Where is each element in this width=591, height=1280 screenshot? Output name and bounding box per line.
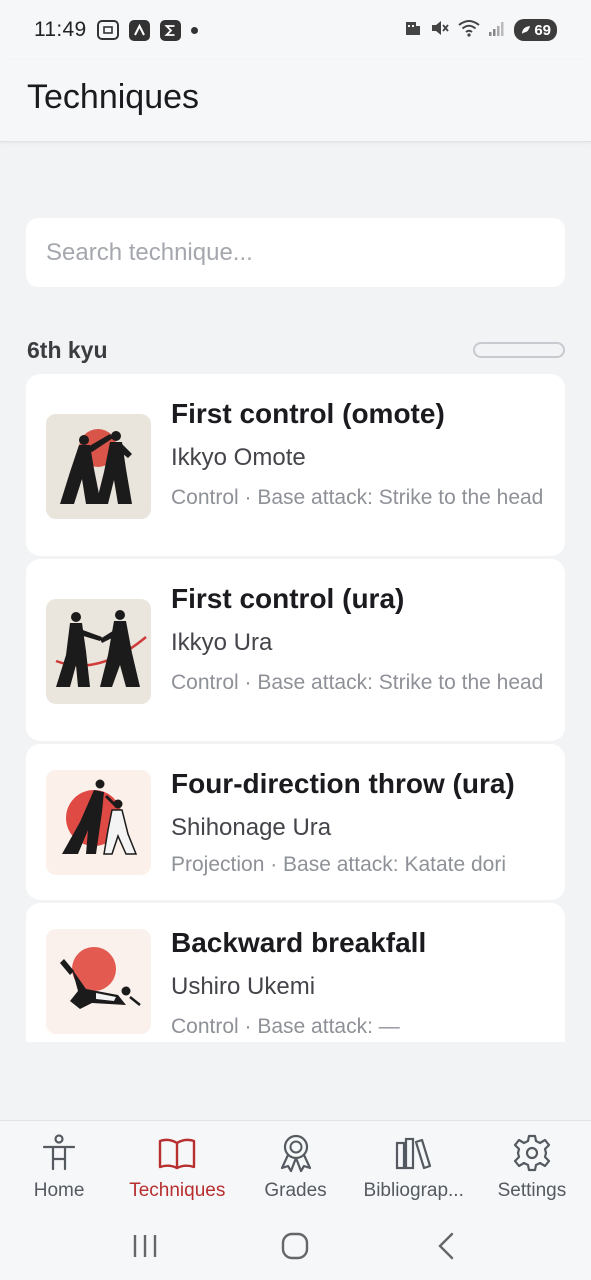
person-icon: [39, 1133, 79, 1173]
technique-japanese-name: Ikkyo Omote: [171, 444, 306, 471]
nav-label-home: Home: [33, 1180, 85, 1201]
technique-meta: Control · Base attack: Strike to the hea…: [171, 486, 544, 509]
recent-apps-icon: [133, 1235, 157, 1257]
technique-japanese-name: Ushiro Ukemi: [171, 973, 316, 1000]
breakfall-illustration: [60, 947, 141, 1009]
nav-label-bibliography: Bibliograp...: [363, 1180, 464, 1201]
gear-icon: [512, 1133, 552, 1173]
technique-name: First control (omote): [171, 398, 445, 429]
home-button[interactable]: [265, 1226, 325, 1266]
technique-meta: Control · Base attack: Strike to the hea…: [171, 671, 544, 694]
nav-item-settings[interactable]: Settings: [473, 1121, 591, 1212]
battery-icon: 69: [514, 19, 557, 41]
technique-thumbnail: [46, 929, 151, 1034]
technique-meta: Control · Base attack: —: [171, 1015, 400, 1038]
nav-item-bibliography[interactable]: Bibliograp...: [355, 1121, 473, 1212]
aikido-pair-illustration: [55, 610, 147, 687]
technique-name: Four-direction throw (ura): [171, 768, 515, 799]
screenshot-icon: [96, 20, 119, 40]
recent-apps-button[interactable]: [115, 1226, 175, 1266]
battery-level: 69: [534, 21, 551, 39]
status-time: 11:49: [34, 18, 87, 41]
technique-thumbnail: [46, 770, 151, 875]
app-sigma-icon: [159, 19, 181, 41]
wifi-icon: [458, 19, 480, 41]
aikido-throw-illustration: [62, 779, 138, 855]
status-bar: 11:49 69: [0, 0, 591, 60]
mute-icon: [430, 19, 450, 41]
home-circle-icon: [282, 1232, 309, 1260]
technique-thumbnail: [46, 599, 151, 704]
signal-icon: [488, 19, 506, 41]
book-icon: [157, 1133, 197, 1173]
app-a-icon: [128, 19, 150, 41]
nav-label-settings: Settings: [497, 1180, 567, 1201]
technique-card[interactable]: First control (ura) Ikkyo Ura Control · …: [26, 559, 565, 741]
technique-card[interactable]: First control (omote) Ikkyo Omote Contro…: [26, 374, 565, 556]
status-left: 11:49: [34, 18, 198, 42]
technique-card[interactable]: Four-direction throw (ura) Shihonage Ura…: [26, 744, 565, 900]
notification-dot-icon: [190, 26, 198, 34]
bottom-nav: Home Techniques Grades Bibliograp... Set…: [0, 1120, 591, 1212]
nav-label-techniques: Techniques: [129, 1180, 226, 1201]
data-icon: [404, 19, 422, 41]
technique-japanese-name: Shihonage Ura: [171, 814, 332, 841]
system-nav-bar: [0, 1212, 591, 1280]
page-title: Techniques: [27, 78, 200, 116]
technique-list[interactable]: First control (omote) Ikkyo Omote Contro…: [26, 374, 565, 1042]
technique-meta: Projection · Base attack: Katate dori: [171, 853, 507, 876]
app-bar: Techniques: [0, 60, 591, 142]
nav-item-home[interactable]: Home: [0, 1121, 118, 1212]
technique-card[interactable]: Backward breakfall Ushiro Ukemi Control …: [26, 903, 565, 1042]
search-box[interactable]: [26, 218, 565, 287]
status-right: 69: [404, 19, 557, 41]
nav-item-techniques[interactable]: Techniques: [118, 1121, 236, 1212]
technique-thumbnail: [46, 414, 151, 519]
section-pill[interactable]: [473, 342, 565, 358]
back-button[interactable]: [416, 1226, 476, 1266]
technique-name: First control (ura): [171, 583, 405, 614]
technique-name: Backward breakfall: [171, 927, 427, 958]
ribbon-badge-icon: [276, 1133, 316, 1173]
back-chevron-icon: [438, 1232, 454, 1260]
technique-japanese-name: Ikkyo Ura: [171, 629, 273, 656]
nav-label-grades: Grades: [264, 1180, 327, 1201]
search-input[interactable]: [46, 238, 565, 267]
nav-item-grades[interactable]: Grades: [236, 1121, 354, 1212]
library-icon: [394, 1133, 434, 1173]
aikido-pair-illustration: [60, 429, 132, 504]
section-title: 6th kyu: [27, 337, 108, 363]
